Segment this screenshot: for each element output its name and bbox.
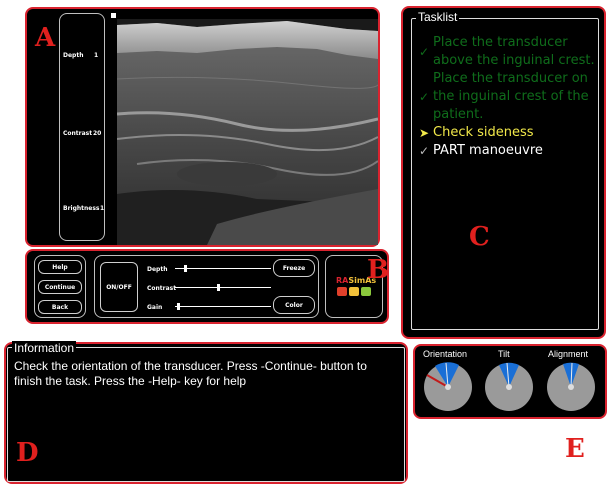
panel-letter-c: C	[469, 222, 490, 252]
panel-letter-e: E	[565, 434, 585, 464]
ultrasound-image-svg	[117, 19, 378, 245]
back-button[interactable]: Back	[38, 300, 82, 314]
panel-a-image-area: Depth 1 Contrast 20 Brightness 1 A	[25, 7, 380, 247]
logo-tile-red	[337, 287, 347, 296]
alignment-gauge	[547, 362, 595, 411]
continue-button[interactable]: Continue	[38, 280, 82, 294]
task-item-1: ✓ Place the transducer above the inguina…	[419, 34, 601, 70]
ultrasound-image	[117, 19, 378, 245]
check-icon: ✓	[419, 45, 430, 59]
tilt-gauge	[485, 362, 533, 411]
information-title: Information	[12, 341, 77, 355]
panel-d-information: Information Check the orientation of the…	[4, 341, 408, 484]
contrast-value: 20	[93, 130, 102, 137]
depth-slider-track	[175, 268, 271, 269]
contrast-slider-knob[interactable]	[216, 284, 220, 291]
depth-slider-knob[interactable]	[184, 265, 188, 272]
tilt-label: Tilt	[498, 349, 510, 359]
gain-slider-knob[interactable]	[176, 303, 180, 310]
panel-b-controls: Help Continue Back ON/OFF Depth Contrast…	[25, 249, 389, 324]
alignment-label: Alignment	[548, 349, 589, 359]
task-item-3: ➤ Check sideness	[419, 124, 601, 142]
orientation-gauge	[424, 362, 472, 411]
contrast-slider-label: Contrast	[147, 285, 177, 292]
settings-group: ON/OFF Depth Contrast Gain Freeze Color	[94, 255, 319, 318]
orientation-label: Orientation	[423, 349, 468, 359]
help-button[interactable]: Help	[38, 260, 82, 274]
depth-value: 1	[94, 52, 99, 59]
logo-tile-green	[361, 287, 371, 296]
panel-letter-d: D	[16, 438, 39, 468]
navigation-button-group: Help Continue Back	[34, 255, 86, 318]
depth-slider[interactable]	[175, 264, 271, 273]
marker-square	[111, 13, 116, 18]
gain-slider-track	[175, 306, 271, 307]
freeze-button[interactable]: Freeze	[273, 259, 315, 277]
brightness-label: Brightness	[63, 205, 100, 212]
task-item-4: ✓ PART manoeuvre	[419, 142, 601, 160]
logo-tile-yellow	[349, 287, 359, 296]
task-item-2-text: Place the transducer on the inguinal cre…	[433, 71, 589, 122]
task-item-3-text: Check sideness	[433, 125, 534, 140]
panel-letter-a: A	[35, 23, 56, 53]
arrow-right-icon: ➤	[419, 126, 430, 140]
contrast-slider[interactable]	[175, 283, 271, 292]
color-button[interactable]: Color	[273, 296, 315, 314]
check-icon: ✓	[419, 144, 430, 158]
gain-slider[interactable]	[175, 302, 271, 311]
on-off-button[interactable]: ON/OFF	[100, 262, 138, 312]
image-parameters-box: Depth 1 Contrast 20 Brightness 1	[59, 13, 105, 241]
tasklist-title: Tasklist	[416, 10, 460, 24]
contrast-label: Contrast	[63, 130, 93, 137]
panel-e-gauges: Orientation Tilt Alignment	[413, 344, 607, 419]
task-item-2: ✓ Place the transducer on the inguinal c…	[419, 70, 601, 124]
check-icon: ✓	[419, 90, 430, 104]
task-list: ✓ Place the transducer above the inguina…	[419, 34, 601, 160]
brightness-value: 1	[100, 205, 105, 212]
task-item-1-text: Place the transducer above the inguinal …	[433, 35, 595, 68]
panel-letter-b: B	[367, 255, 389, 285]
logo-text-ra: RA	[336, 276, 349, 285]
panel-c-tasklist: Tasklist ✓ Place the transducer above th…	[401, 6, 606, 339]
information-text: Check the orientation of the transducer.…	[14, 359, 367, 388]
depth-slider-label: Depth	[147, 266, 168, 273]
task-item-4-text: PART manoeuvre	[433, 143, 543, 158]
contrast-slider-track	[175, 287, 271, 288]
gain-slider-label: Gain	[147, 304, 163, 311]
depth-label: Depth	[63, 52, 84, 59]
